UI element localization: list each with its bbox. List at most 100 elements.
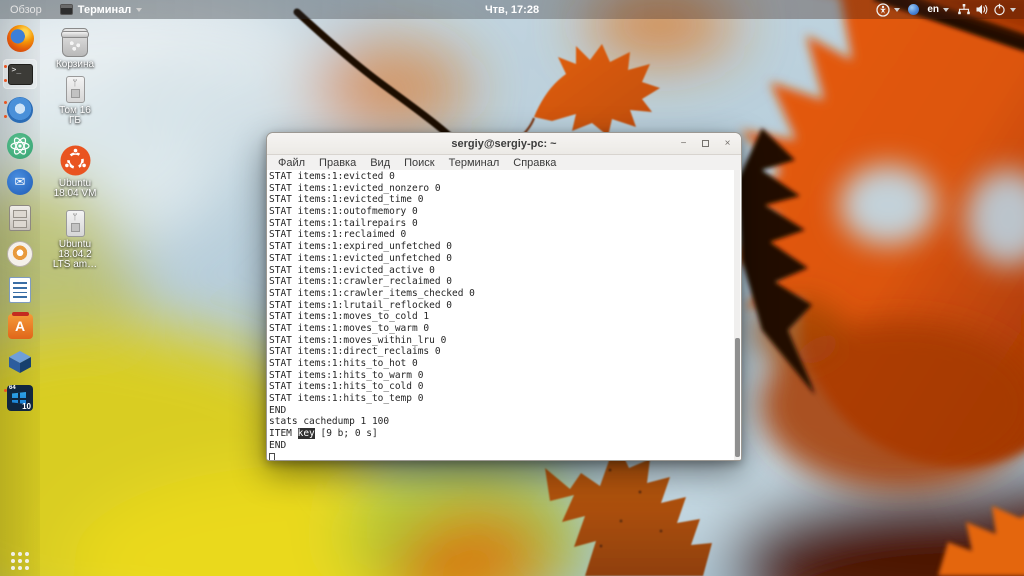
dock-item-firefox[interactable] [3,23,37,53]
terminal-line: STAT items:1:moves_to_warm 0 [269,323,733,335]
minimize-button[interactable]: − [676,136,691,151]
terminal-line: END [269,440,733,452]
terminal-output: STAT items:1:evicted 0STAT items:1:evict… [269,171,733,460]
dock-item-virtualbox[interactable] [3,347,37,377]
app-indicator-sphere-icon[interactable] [908,4,919,15]
atom-icon [7,133,33,159]
terminal-line: END [269,405,733,417]
accessibility-menu[interactable] [876,3,900,17]
terminal-line: STAT items:1:evicted_active 0 [269,265,733,277]
terminal-cursor [269,453,275,461]
terminal-icon: >_ [8,64,33,85]
dropdown-caret-icon [894,8,900,12]
focused-app-label: Терминал [78,4,132,16]
terminal-line: STAT items:1:evicted_nonzero 0 [269,183,733,195]
running-indicator-dot [4,389,7,392]
menu-item[interactable]: Файл [271,157,312,169]
virtualbox-icon [7,349,33,375]
terminal-line: STAT items:1:hits_to_warm 0 [269,370,733,382]
menu-item[interactable]: Терминал [442,157,507,169]
terminal-line: STAT items:1:evicted 0 [269,171,733,183]
activities-button[interactable]: Обзор [0,0,52,19]
window-buttons: − × [676,133,735,154]
power-icon [993,3,1006,16]
terminal-line: STAT items:1:direct_reclaims 0 [269,346,733,358]
dock-item-libreoffice-writer[interactable] [3,275,37,305]
terminal-line: STAT items:1:evicted_unfetched 0 [269,253,733,265]
system-tray: en [876,0,1024,19]
menu-item[interactable]: Справка [506,157,563,169]
system-menu-caret-icon [1010,8,1016,12]
libreoffice-writer-icon [9,277,31,303]
system-menu[interactable] [957,3,1016,16]
thunderbird-icon: ✉ [7,169,33,195]
terminal-line: STAT items:1:hits_to_hot 0 [269,358,733,370]
chromium-icon [7,97,33,123]
dock-item-app-a[interactable]: A [3,311,37,341]
terminal-line: STAT items:1:tailrepairs 0 [269,218,733,230]
desktop-icon-label: Ubuntu18.04.2LTS am… [53,240,97,270]
running-indicator-dot [4,65,7,68]
dock-item-rhythmbox[interactable] [3,239,37,269]
desktop-icon-ubuntu-usb[interactable]: Ubuntu18.04.2LTS am… [46,210,104,270]
rhythmbox-icon [7,241,33,267]
menu-item[interactable]: Правка [312,157,363,169]
dock-item-atom[interactable] [3,131,37,161]
dock-item-windows10-vm[interactable]: 6410 [3,383,37,413]
running-indicator-dot [4,101,7,104]
clock[interactable]: Чтв, 17:28 [0,4,1024,16]
dropdown-caret-icon [136,8,142,12]
focused-app-menu[interactable]: Терминал [52,0,151,19]
terminal-line: stats cachedump 1 100 [269,416,733,428]
terminal-line: STAT items:1:lrutail_reflocked 0 [269,300,733,312]
running-indicator-dot [4,79,7,82]
dock-item-chromium[interactable] [3,95,37,125]
usb-drive-icon [66,210,85,237]
desktop-icon-ubuntu-vm[interactable]: Ubuntu18.04 VM [46,145,104,199]
keyboard-layout-menu[interactable]: en [927,4,949,15]
terminal-line: STAT items:1:reclaimed 0 [269,229,733,241]
scrollbar-thumb[interactable] [735,338,740,457]
menu-item[interactable]: Вид [363,157,397,169]
dropdown-caret-icon [943,8,949,12]
usb-drive-icon [66,76,85,103]
dock-item-thunderbird[interactable]: ✉ [3,167,37,197]
dock-item-files[interactable] [3,203,37,233]
desktop-icon-trash[interactable]: Корзина [46,28,104,70]
terminal-line: STAT items:1:expired_unfetched 0 [269,241,733,253]
accessibility-icon [876,3,890,17]
terminal-line [269,452,733,461]
terminal-window: sergiy@sergiy-pc: ~ − × ФайлПравкаВидПои… [266,132,742,461]
close-button[interactable]: × [720,136,735,151]
trash-icon [62,28,88,57]
terminal-line: STAT items:1:crawler_items_checked 0 [269,288,733,300]
terminal-line: STAT items:1:hits_to_cold 0 [269,381,733,393]
menu-item[interactable]: Поиск [397,157,441,169]
scrollbar[interactable] [734,170,740,460]
network-icon [957,3,971,16]
terminal-line: STAT items:1:hits_to_temp 0 [269,393,733,405]
terminal-line: ITEM key [9 b; 0 s] [269,428,733,440]
terminal-line: STAT items:1:outofmemory 0 [269,206,733,218]
app-a-icon: A [8,314,33,339]
desktop-icon-volume-16gb[interactable]: Том 16ГБ [46,76,104,126]
terminal-line: STAT items:1:crawler_reclaimed 0 [269,276,733,288]
terminal-line: STAT items:1:evicted_time 0 [269,194,733,206]
keyboard-layout-label: en [927,4,939,15]
ubuntu-logo-icon [60,145,91,176]
dock-item-terminal[interactable]: >_ [3,59,37,89]
terminal-content[interactable]: STAT items:1:evicted 0STAT items:1:evict… [267,170,741,460]
show-applications-button[interactable] [11,552,29,570]
running-indicator-dot [4,115,7,118]
top-bar: Обзор Терминал Чтв, 17:28 en [0,0,1024,19]
terminal-menubar: ФайлПравкаВидПоискТерминалСправка [267,155,741,170]
maximize-button[interactable] [698,136,713,151]
volume-icon [975,3,989,16]
desktop: Обзор Терминал Чтв, 17:28 en [0,0,1024,576]
file-cabinet-icon [9,205,31,231]
terminal-line: STAT items:1:moves_within_lru 0 [269,335,733,347]
window-title: sergiy@sergiy-pc: ~ [451,138,556,150]
dock: >_ ✉ A 6410 [0,19,40,576]
windows10-vm-icon: 6410 [7,385,33,411]
terminal-titlebar[interactable]: sergiy@sergiy-pc: ~ − × [267,133,741,155]
